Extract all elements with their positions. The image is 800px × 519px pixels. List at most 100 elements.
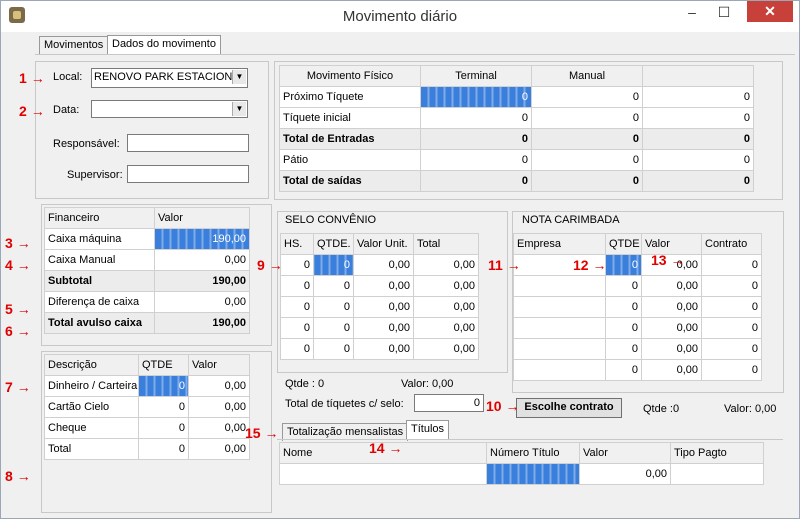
cell-input[interactable]: 0: [642, 86, 754, 108]
cell-input[interactable]: 0: [280, 317, 314, 339]
data-field[interactable]: ▼: [91, 100, 248, 118]
cell-value: 0: [642, 128, 754, 150]
cell-value: 0: [420, 128, 532, 150]
cell-input[interactable]: 0,00: [188, 396, 250, 418]
annotation-marker: 1 →: [19, 70, 45, 86]
cell-input[interactable]: [486, 463, 580, 485]
row-label: Próximo Tíquete: [279, 86, 421, 108]
movimento-table: Movimento Físico Terminal Manual Próximo…: [279, 65, 754, 192]
cell-input[interactable]: 0: [313, 317, 354, 339]
tab-dados-do-movimento[interactable]: Dados do movimento: [107, 35, 221, 55]
cell-input[interactable]: [513, 359, 606, 381]
cell-input[interactable]: 0: [313, 338, 354, 360]
cell-input[interactable]: 0: [642, 149, 754, 171]
cell-input[interactable]: 0: [701, 254, 762, 276]
cell-input[interactable]: 0: [420, 149, 532, 171]
cell-input[interactable]: 0: [280, 254, 314, 276]
cell-input[interactable]: [670, 463, 764, 485]
cell-input[interactable]: 0: [531, 107, 643, 129]
cell-input[interactable]: 0,00: [353, 296, 414, 318]
cell-input[interactable]: 0,00: [641, 317, 702, 339]
cell-input[interactable]: [513, 296, 606, 318]
cell-input[interactable]: [279, 463, 487, 485]
cell-input[interactable]: 0: [531, 86, 643, 108]
cell-input[interactable]: 0,00: [579, 463, 671, 485]
row-label: Total de Entradas: [279, 128, 421, 150]
cell-value: 0,00: [413, 317, 479, 339]
row-label: Caixa máquina: [44, 228, 155, 250]
cell-input[interactable]: 0: [138, 417, 189, 439]
caixa-maquina-input[interactable]: 190,00: [154, 228, 250, 250]
close-button[interactable]: ✕: [747, 1, 793, 22]
cell-input[interactable]: 0: [605, 338, 642, 360]
cell-value: 0: [138, 438, 189, 460]
cell-value: 0: [531, 170, 643, 192]
table-row: Pátio 0 0 0: [279, 149, 754, 171]
caixa-manual-input[interactable]: 0,00: [154, 249, 250, 271]
financeiro-header: Financeiro: [44, 207, 155, 229]
cell-input[interactable]: 0: [605, 317, 642, 339]
cell-input[interactable]: 0: [420, 107, 532, 129]
pagamentos-header: QTDE: [138, 354, 189, 376]
cell-input[interactable]: 0: [313, 296, 354, 318]
cell-input[interactable]: 0: [605, 296, 642, 318]
chevron-down-icon[interactable]: ▼: [232, 70, 246, 84]
cell-input[interactable]: 0: [138, 375, 189, 397]
cell-input[interactable]: 0,00: [641, 359, 702, 381]
cell-input[interactable]: 0: [531, 149, 643, 171]
cell-input[interactable]: 0: [642, 107, 754, 129]
table-row: 0 0,00 0: [513, 317, 762, 339]
tiquetes-selo-input[interactable]: 0: [414, 394, 484, 412]
cell-input[interactable]: [513, 275, 606, 297]
cell-input[interactable]: 0,00: [641, 275, 702, 297]
local-label: Local:: [53, 71, 83, 83]
cell-input[interactable]: 0,00: [353, 317, 414, 339]
nota-table: Empresa QTDE Valor Contrato 0 0,00 0 0 0…: [513, 233, 762, 381]
responsavel-input[interactable]: [127, 134, 249, 152]
cell-input[interactable]: 0: [605, 359, 642, 381]
cell-value: 0: [531, 128, 643, 150]
supervisor-label: Supervisor:: [67, 169, 123, 181]
cell-input[interactable]: 0: [701, 359, 762, 381]
tab-divider: [35, 54, 795, 55]
cell-input[interactable]: 0: [701, 275, 762, 297]
cell-input[interactable]: 0: [138, 396, 189, 418]
row-label: Total de saídas: [279, 170, 421, 192]
cell-input[interactable]: 0,00: [353, 254, 414, 276]
table-row: Caixa máquina 190,00: [44, 228, 250, 250]
cell-input[interactable]: 0: [313, 275, 354, 297]
cell-input[interactable]: [513, 317, 606, 339]
local-select[interactable]: RENOVO PARK ESTACIONA ▼: [91, 68, 248, 88]
movimento-header: Terminal: [420, 65, 532, 87]
cell-input[interactable]: 0,00: [188, 417, 250, 439]
tab-titulos[interactable]: Títulos: [406, 420, 450, 440]
maximize-button[interactable]: ☐: [709, 1, 739, 23]
cell-input[interactable]: 0: [701, 338, 762, 360]
cell-input[interactable]: 0: [701, 317, 762, 339]
cell-input[interactable]: 0,00: [188, 375, 250, 397]
minimize-button[interactable]: –: [677, 1, 707, 23]
table-row: 0 0 0,00 0,00: [280, 275, 479, 297]
cell-input[interactable]: 0,00: [641, 296, 702, 318]
table-row: Total 0 0,00: [44, 438, 250, 460]
tab-movimentos[interactable]: Movimentos: [39, 36, 109, 54]
cell-input[interactable]: 0: [605, 275, 642, 297]
cell-input[interactable]: 0: [420, 86, 532, 108]
cell-input[interactable]: [513, 338, 606, 360]
cell-input[interactable]: 0: [280, 275, 314, 297]
cell-input[interactable]: 0,00: [641, 338, 702, 360]
cell-input[interactable]: 0: [280, 296, 314, 318]
table-row: Próximo Tíquete 0 0 0: [279, 86, 754, 108]
cell-input[interactable]: 0: [280, 338, 314, 360]
cell-input[interactable]: 0: [605, 254, 642, 276]
chevron-down-icon[interactable]: ▼: [232, 102, 246, 116]
cell-input[interactable]: 0,00: [353, 338, 414, 360]
cell-input[interactable]: 0: [313, 254, 354, 276]
cell-input[interactable]: 0,00: [353, 275, 414, 297]
escolhe-contrato-button[interactable]: Escolhe contrato: [516, 398, 622, 418]
supervisor-input[interactable]: [127, 165, 249, 183]
cell-input[interactable]: 0: [701, 296, 762, 318]
table-row: Total avulso caixa 190,00: [44, 312, 250, 334]
annotation-marker: 14 →: [369, 440, 403, 456]
table-row: Tíquete inicial 0 0 0: [279, 107, 754, 129]
